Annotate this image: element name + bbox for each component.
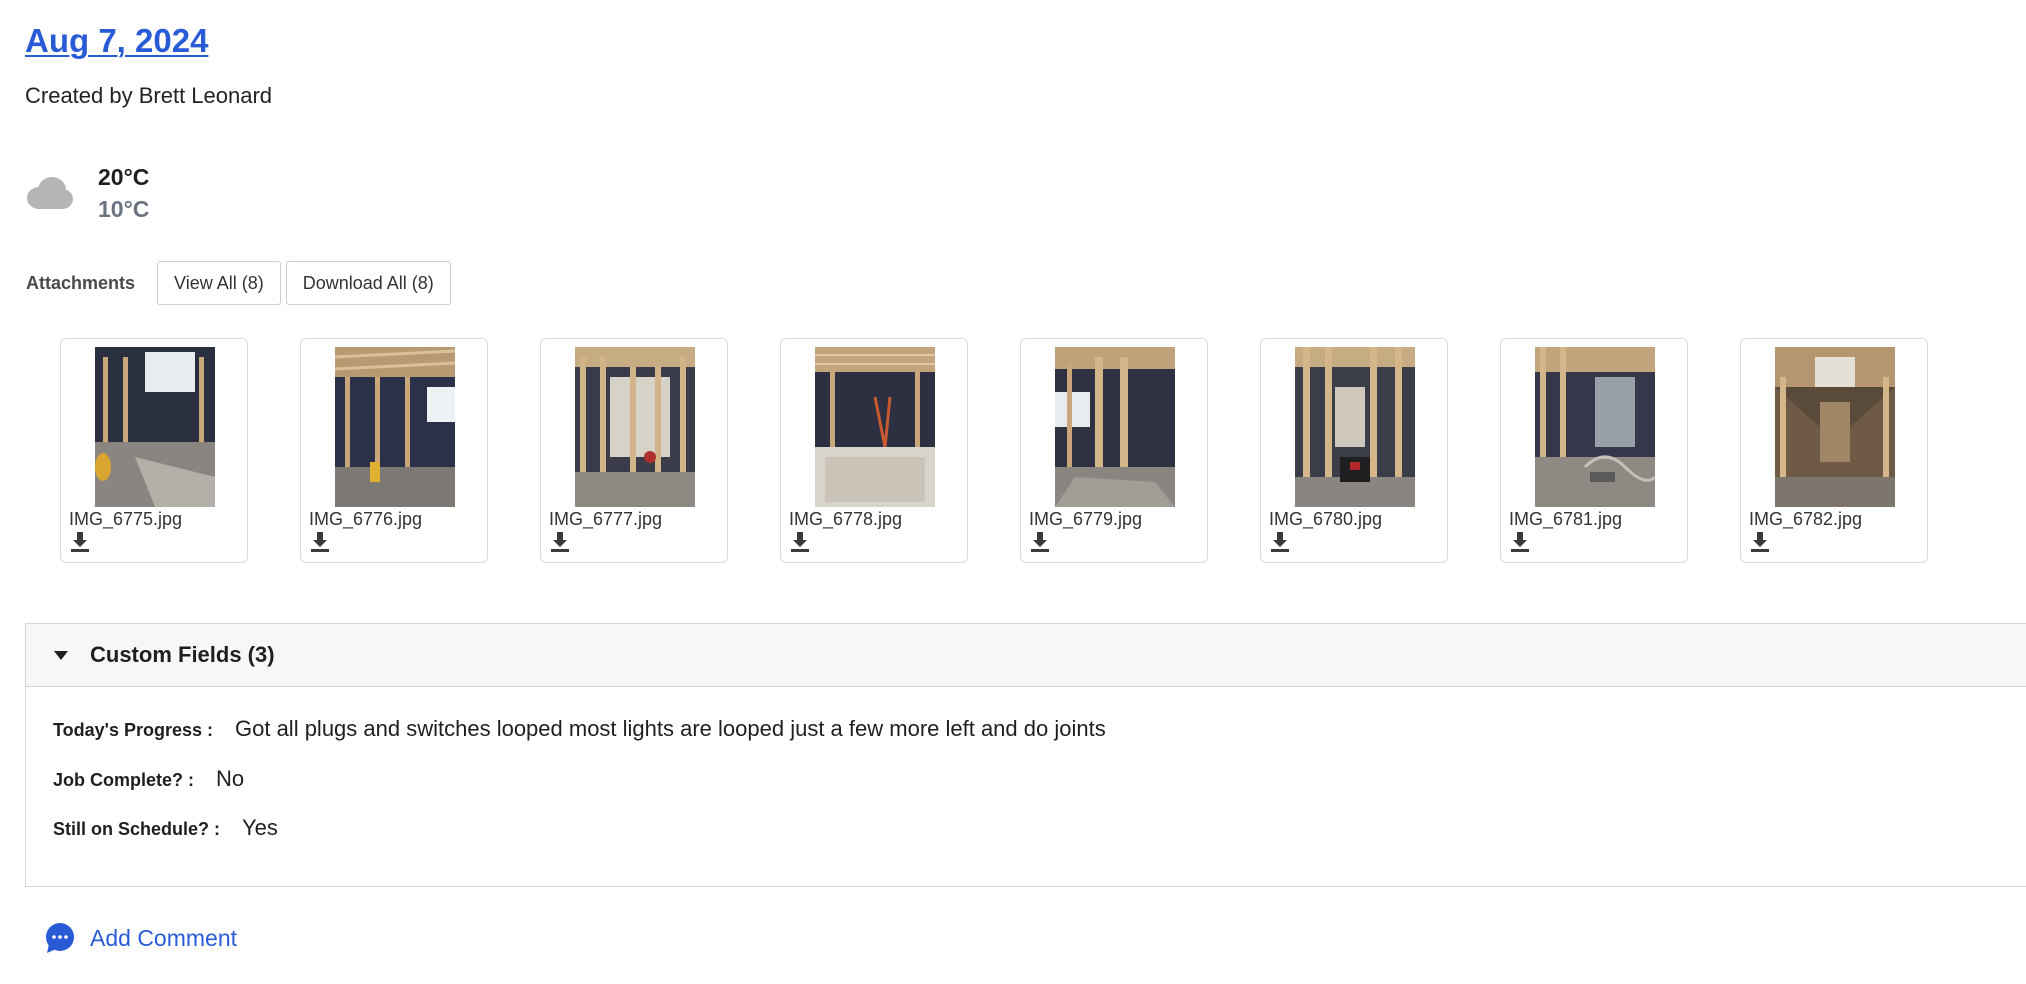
photo-thumbnail[interactable] [95,347,215,507]
attachment-card[interactable]: IMG_6780.jpg [1260,338,1448,563]
attachment-thumbnails: IMG_6775.jpg IMG_6776.jpg IMG_6777.jpg I… [60,338,1980,563]
download-icon[interactable] [1269,531,1291,553]
report-date-link[interactable]: Aug 7, 2024 [25,22,208,60]
custom-fields-panel: Custom Fields (3) Today's Progress : Got… [25,623,2026,887]
custom-fields-toggle[interactable]: Custom Fields (3) [26,624,2026,687]
photo-thumbnail[interactable] [815,347,935,507]
custom-field-todays-progress: Today's Progress : Got all plugs and swi… [53,716,1106,742]
attachment-card[interactable]: IMG_6775.jpg [60,338,248,563]
temperature-low: 10°C [98,196,150,222]
download-icon[interactable] [1749,531,1771,553]
attachment-card[interactable]: IMG_6781.jpg [1500,338,1688,563]
weather-summary: 20°C 10°C [25,158,149,228]
photo-thumbnail[interactable] [1535,347,1655,507]
created-by-text: Created by Brett Leonard [25,83,273,108]
photo-thumbnail[interactable] [575,347,695,507]
temperature-high: 20°C [98,164,150,190]
comment-icon [44,922,76,954]
download-icon[interactable] [69,531,91,553]
field-value: No [216,766,245,791]
photo-thumbnail[interactable] [335,347,455,507]
attachment-filename: IMG_6778.jpg [789,509,903,529]
add-comment-button[interactable]: Add Comment [44,922,237,954]
download-icon[interactable] [789,531,811,553]
caret-down-icon [54,650,68,660]
field-label: Job Complete? : [53,770,195,790]
attachments-label: Attachments [26,272,136,293]
photo-thumbnail[interactable] [1775,347,1895,507]
field-value: Got all plugs and switches looped most l… [235,716,1106,741]
photo-thumbnail[interactable] [1295,347,1415,507]
photo-thumbnail[interactable] [1055,347,1175,507]
attachment-card[interactable]: IMG_6777.jpg [540,338,728,563]
download-icon[interactable] [1029,531,1051,553]
attachment-filename: IMG_6776.jpg [309,509,423,529]
attachment-filename: IMG_6781.jpg [1509,509,1623,529]
add-comment-label: Add Comment [90,924,238,951]
custom-field-still-on-schedule: Still on Schedule? : Yes [53,815,278,841]
custom-field-job-complete: Job Complete? : No [53,766,244,792]
custom-fields-title: Custom Fields (3) [90,642,275,667]
attachment-filename: IMG_6777.jpg [549,509,663,529]
field-label: Today's Progress : [53,720,213,740]
download-all-button[interactable]: Download All (8) [285,261,451,305]
attachment-card[interactable]: IMG_6782.jpg [1740,338,1928,563]
view-all-button[interactable]: View All (8) [157,261,281,305]
attachment-filename: IMG_6782.jpg [1749,509,1863,529]
field-label: Still on Schedule? : [53,819,221,839]
cloud-icon [25,176,73,210]
attachment-filename: IMG_6775.jpg [69,509,183,529]
attachment-card[interactable]: IMG_6778.jpg [780,338,968,563]
attachments-toolbar: Attachments View All (8) Download All (8… [26,260,456,306]
attachment-card[interactable]: IMG_6779.jpg [1020,338,1208,563]
attachment-filename: IMG_6779.jpg [1029,509,1143,529]
attachment-filename: IMG_6780.jpg [1269,509,1383,529]
attachment-card[interactable]: IMG_6776.jpg [300,338,488,563]
download-icon[interactable] [1509,531,1531,553]
download-icon[interactable] [309,531,331,553]
field-value: Yes [242,815,278,840]
download-icon[interactable] [549,531,571,553]
